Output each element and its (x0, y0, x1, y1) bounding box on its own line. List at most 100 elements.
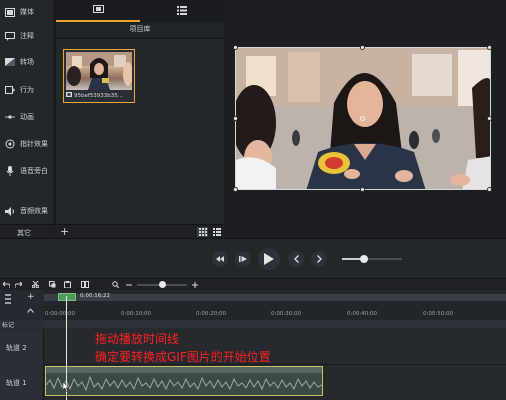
sidebar-item-label: 行为 (20, 86, 34, 94)
paste-button[interactable] (63, 280, 72, 289)
ruler-tick-label: 0:00:20;00 (196, 311, 227, 317)
chevron-up-icon[interactable] (27, 307, 34, 315)
chevron-left-icon (293, 255, 299, 263)
playback-controls (0, 238, 506, 278)
add-track-icon[interactable]: + (27, 292, 35, 302)
redo-icon (15, 281, 22, 288)
ruler-tick-label: 0:00:40;00 (347, 311, 378, 317)
previous-clip-button[interactable] (288, 251, 304, 267)
add-media-button[interactable]: + (60, 226, 69, 237)
tab-library[interactable] (140, 0, 224, 22)
track-header-2[interactable]: 轨道 2 (0, 329, 44, 365)
step-forward-button[interactable] (235, 251, 251, 267)
sidebar-item-animations[interactable]: 动画 (0, 105, 55, 129)
bin-tab-bar (56, 0, 224, 22)
transition-icon (5, 57, 15, 67)
bin-footer: + (56, 224, 224, 238)
clip-name: 95bef53933b35... (74, 92, 124, 99)
sidebar-item-cursor-effects[interactable]: 指针效果 (0, 132, 55, 156)
resize-handle-top-left[interactable] (233, 45, 238, 50)
list-icon (177, 5, 187, 17)
mouse-cursor-icon (62, 381, 70, 394)
undo-icon (3, 281, 10, 288)
scrub-slider-thumb[interactable] (360, 255, 368, 263)
tutorial-caption-line-2: 确定要转换成GIF图片的开始位置 (95, 350, 271, 364)
sidebar-item-transitions[interactable]: 转场 (0, 50, 55, 74)
canvas-preview-area (225, 0, 506, 238)
selection-range-marker[interactable] (58, 293, 76, 301)
media-icon (5, 7, 15, 17)
resize-handle-top[interactable] (360, 45, 365, 50)
zoom-slider-thumb[interactable] (159, 281, 166, 288)
annotation-icon (5, 31, 15, 41)
sidebar-item-voice-narration[interactable]: 语音旁白 (0, 159, 55, 183)
rotate-handle[interactable] (360, 116, 365, 121)
plus-icon (191, 281, 198, 288)
sidebar-item-annotations[interactable]: 注释 (0, 24, 55, 48)
track-label: 轨道 1 (6, 379, 27, 387)
list-view-icon (212, 228, 221, 236)
next-clip-button[interactable] (311, 251, 327, 267)
behavior-icon (5, 85, 15, 95)
step-back-button[interactable] (212, 251, 228, 267)
split-button[interactable] (80, 280, 89, 289)
resize-handle-bottom-right[interactable] (487, 187, 492, 192)
track-label: 轨道 2 (6, 344, 27, 352)
ruler-tick-label: 0:00:00;00 (45, 311, 76, 317)
copy-button[interactable] (48, 280, 57, 289)
chevron-right-icon (316, 255, 322, 263)
ruler-tick-label: 0:00:30;00 (271, 311, 302, 317)
play-button[interactable] (258, 248, 280, 270)
zoom-in-button[interactable] (190, 280, 199, 289)
step-forward-icon (239, 256, 247, 262)
timeline-scrollbar[interactable] (44, 294, 506, 301)
sidebar-item-label: 指针效果 (20, 140, 48, 148)
marker-track-label: 标记 (2, 322, 15, 329)
resize-handle-left[interactable] (233, 116, 238, 121)
list-view-button[interactable] (211, 227, 222, 237)
sidebar-item-label: 音频效果 (20, 207, 48, 215)
tab-media-bin[interactable] (56, 0, 140, 22)
tutorial-caption-line-1: 拖动播放时间线 (95, 332, 180, 346)
sidebar-item-behaviors[interactable]: 行为 (0, 78, 55, 102)
timeline-toolbar (0, 278, 506, 290)
sidebar-more-button[interactable]: 其它 (0, 224, 55, 238)
redo-button[interactable] (14, 280, 23, 289)
sidebar-more-label: 其它 (17, 229, 31, 237)
copy-icon (49, 281, 56, 288)
grid-icon (198, 228, 207, 236)
sidebar-item-media[interactable]: 媒体 (0, 0, 55, 24)
sidebar-item-label: 动画 (20, 113, 34, 121)
sidebar-item-label: 媒体 (20, 8, 34, 16)
video-clip[interactable] (45, 366, 323, 396)
clip-caption: 95bef53933b35... (66, 92, 132, 99)
marker-track-header: 标记 (0, 320, 44, 329)
resize-handle-bottom[interactable] (360, 187, 365, 192)
resize-handle-bottom-left[interactable] (233, 187, 238, 192)
timeline-ruler[interactable]: + 0:00:16;22 0:00:00;00 0:00:10;00 0:00:… (0, 290, 506, 320)
sidebar-item-label: 注释 (20, 32, 34, 40)
track-options-icon[interactable] (5, 294, 11, 306)
marker-track-lane[interactable] (44, 320, 506, 328)
track-header-1[interactable]: 轨道 1 (0, 366, 44, 400)
bin-content: 95bef53933b35... (56, 38, 224, 224)
cut-button[interactable] (31, 280, 40, 289)
media-clip-thumbnail[interactable]: 95bef53933b35... (63, 49, 135, 103)
undo-button[interactable] (2, 280, 11, 289)
search-icon (112, 281, 119, 288)
resize-handle-right[interactable] (487, 116, 492, 121)
zoom-out-button[interactable] (124, 280, 133, 289)
play-icon (264, 253, 274, 265)
audio-effect-icon (5, 206, 15, 216)
playhead-time-readout: 0:00:16;22 (80, 293, 111, 299)
bin-title: 项目库 (129, 25, 151, 33)
media-bin-panel: 项目库 95bef53933b35... + (56, 0, 224, 238)
zoom-button[interactable] (111, 280, 120, 289)
voice-narration-icon (5, 166, 15, 176)
sidebar-item-label: 转场 (20, 58, 34, 66)
step-back-icon (216, 256, 224, 262)
ruler-header: + (0, 290, 44, 320)
grid-view-button[interactable] (197, 227, 208, 237)
resize-handle-top-right[interactable] (487, 45, 492, 50)
sidebar-item-audio-effects[interactable]: 音频效果 (0, 199, 55, 223)
